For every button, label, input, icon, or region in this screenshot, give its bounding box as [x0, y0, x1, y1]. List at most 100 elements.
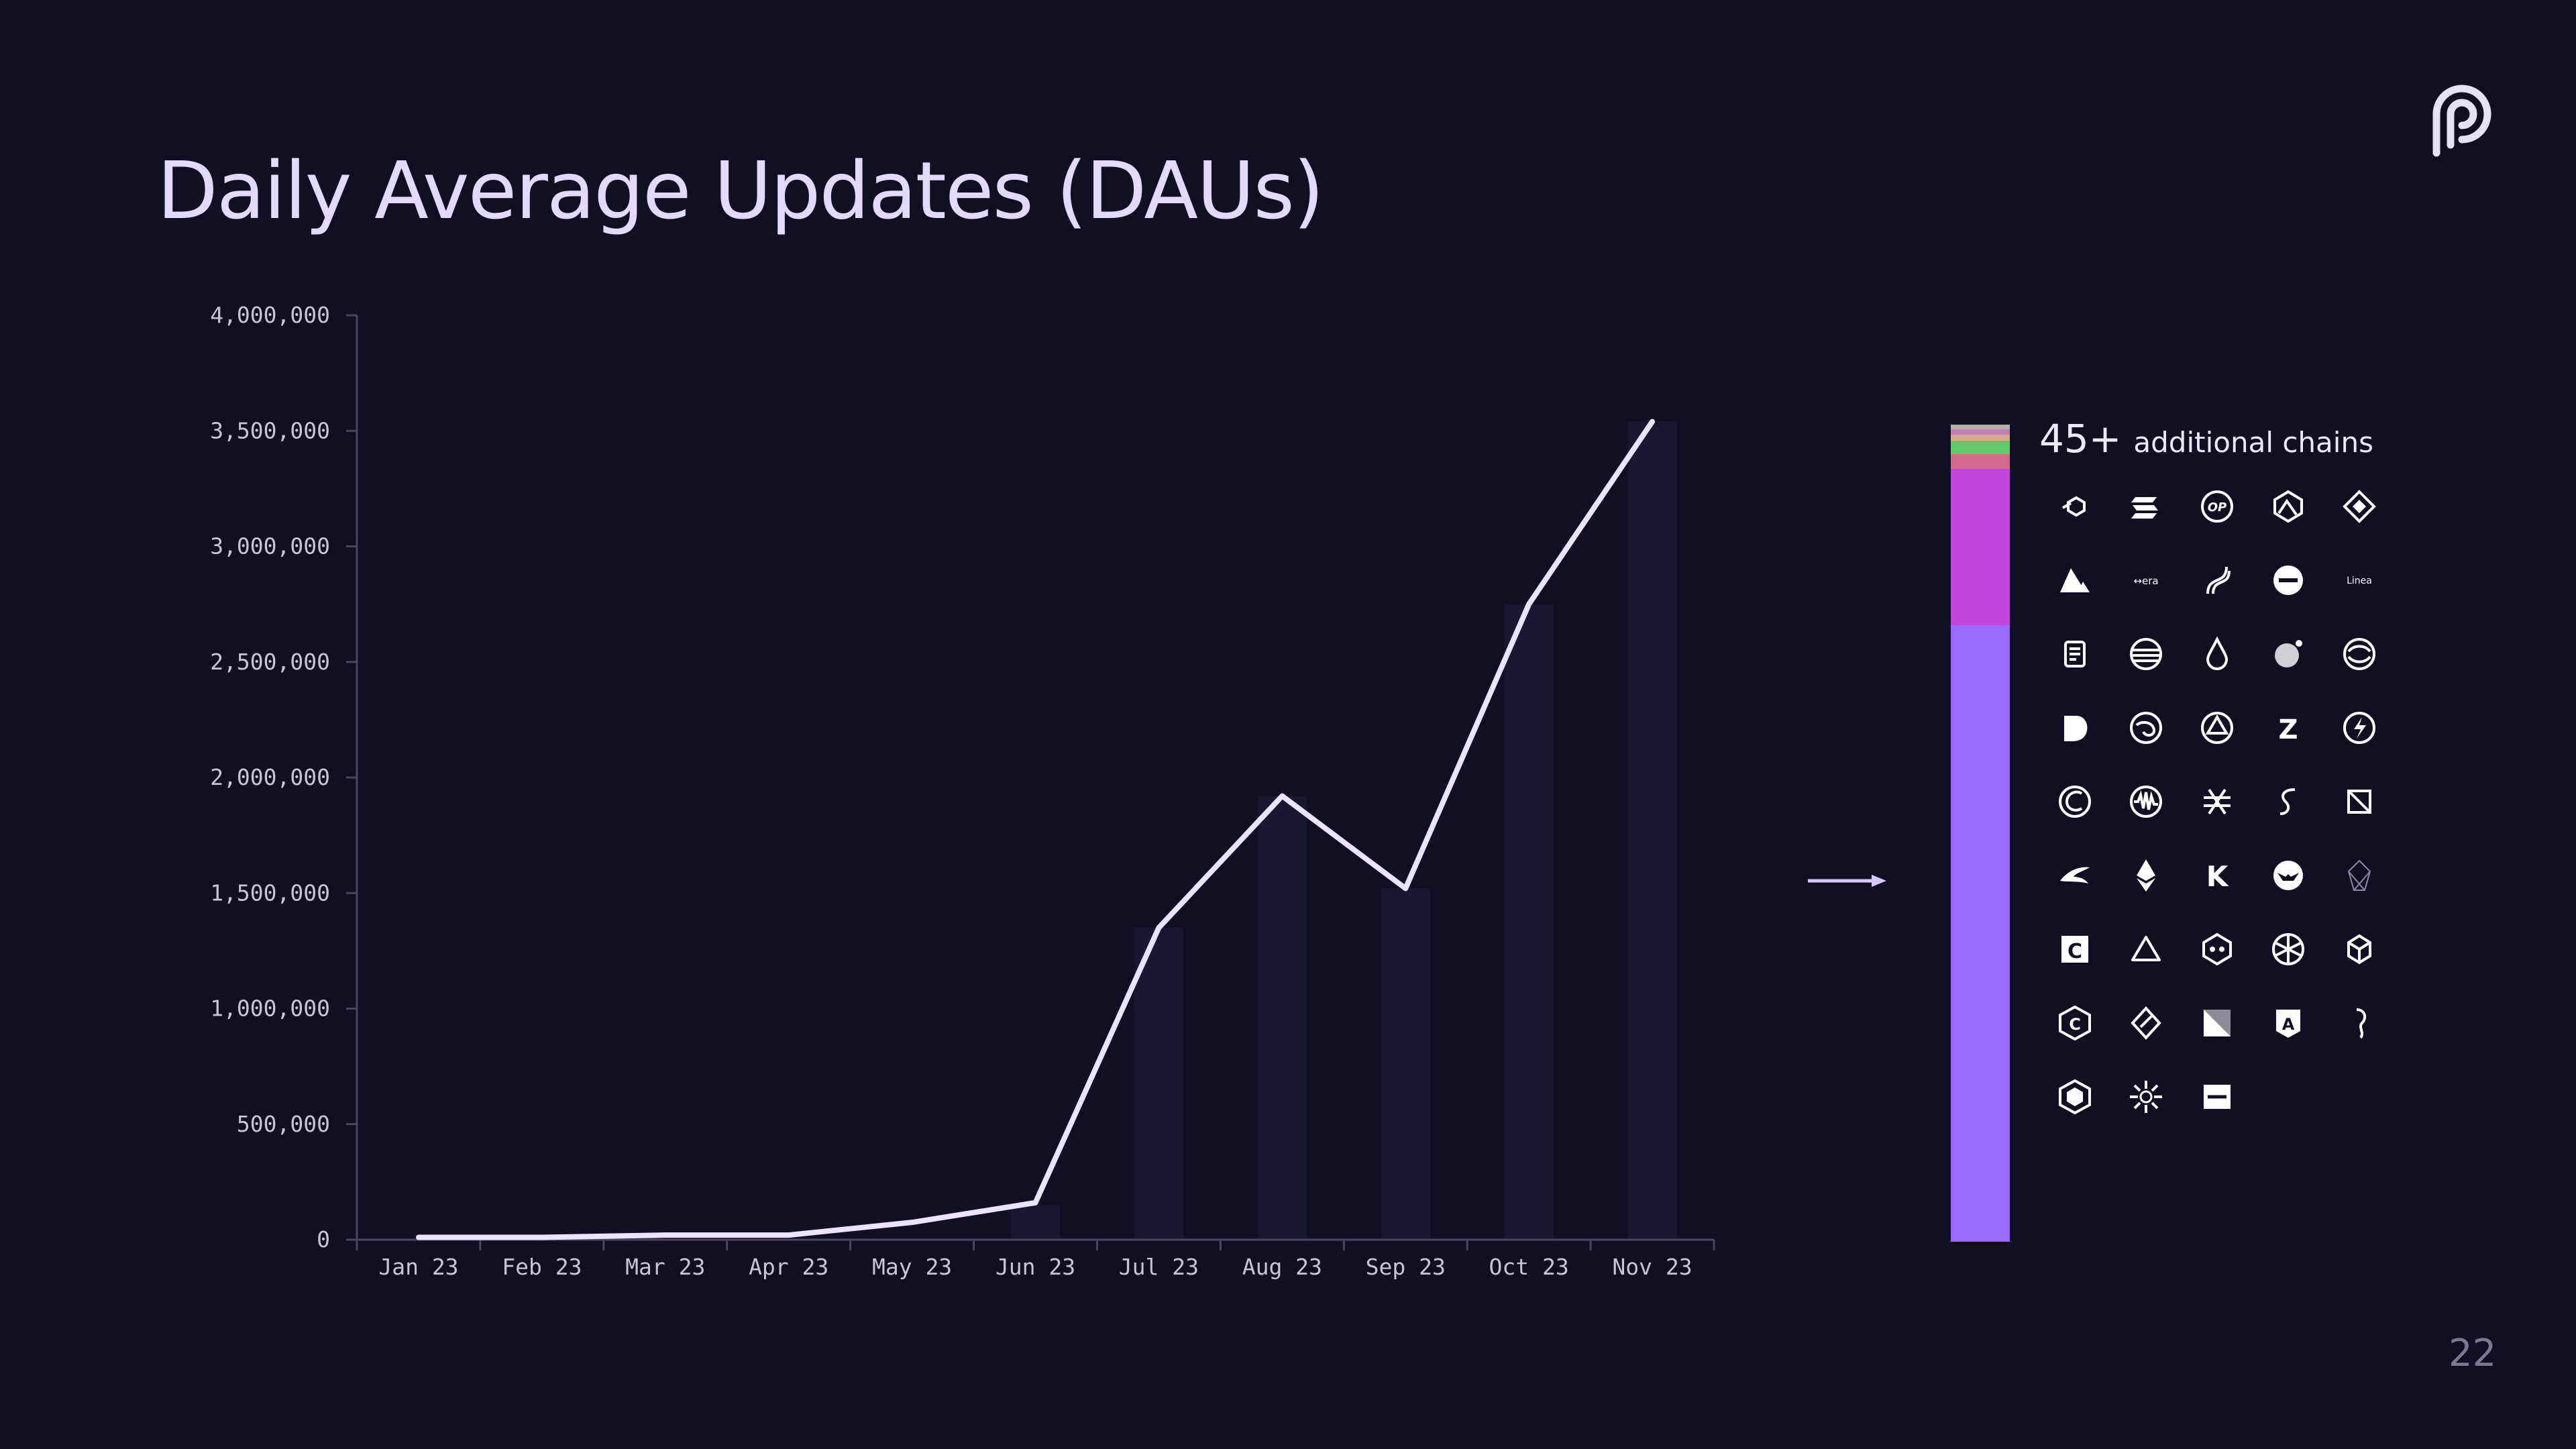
robot-icon: [2198, 930, 2236, 968]
wave-icon: [2198, 561, 2236, 599]
c-square-icon: C: [2056, 930, 2094, 968]
spiral-icon: [2127, 709, 2165, 747]
series-point-2: [663, 1234, 667, 1237]
breakdown-segment-6: [1951, 625, 2010, 1242]
chain-breakdown-bar: [1951, 425, 2010, 1246]
bar-10: [1627, 421, 1677, 1240]
y-tick-label-1: 500,000: [237, 1111, 330, 1137]
series-point-0: [417, 1236, 420, 1239]
hex-nut-icon: [2198, 709, 2236, 747]
breakdown-segment-4: [1951, 454, 2010, 470]
y-tick-label-8: 4,000,000: [210, 302, 330, 328]
op-icon: OP: [2198, 488, 2236, 525]
chains-count: 45+: [2039, 416, 2122, 462]
series-line: [415, 419, 1656, 1240]
shield-a-icon: A: [2269, 1004, 2307, 1042]
breakdown-segment-5: [1951, 469, 2010, 625]
series-point-8: [1404, 887, 1407, 890]
snowflake-icon: [2269, 930, 2307, 968]
k-icon: K: [2198, 857, 2236, 894]
mountain-shield-icon: [2269, 488, 2307, 525]
series-point-4: [910, 1221, 914, 1224]
y-tick-label-2: 1,000,000: [210, 996, 330, 1022]
bar-8: [1381, 888, 1431, 1240]
breakdown-segment-3: [1951, 441, 2010, 455]
box-hexagon-icon: [2056, 1078, 2094, 1116]
y-tick-label-6: 3,000,000: [210, 533, 330, 559]
breakdown-segment-1: [1951, 429, 2010, 435]
z-icon: Z: [2269, 709, 2307, 747]
lightning-circle-icon: [2341, 709, 2378, 747]
x-tick-label-2: Mar 23: [625, 1254, 705, 1280]
series-point-1: [540, 1236, 543, 1239]
striped-circle-icon: [2127, 635, 2165, 673]
x-tick-label-5: Jun 23: [996, 1254, 1075, 1280]
x-tick-label-7: Aug 23: [1242, 1254, 1322, 1280]
y-tick-label-0: 0: [317, 1226, 330, 1252]
x-tick-label-10: Nov 23: [1612, 1254, 1692, 1280]
svg-text:C: C: [2068, 940, 2082, 963]
ethereum-icon: [2127, 857, 2165, 894]
line-layer: [415, 419, 1656, 1240]
sunburst-icon: [2127, 1078, 2165, 1116]
x-tick-label-9: Oct 23: [1489, 1254, 1569, 1280]
seahorse-icon: [2341, 1004, 2378, 1042]
minus-circle-icon: [2269, 561, 2307, 599]
arrow-icon: [1808, 875, 1886, 887]
diamond-icon: [2341, 488, 2378, 525]
bar-7: [1257, 796, 1307, 1240]
ring-icon: [2056, 783, 2094, 820]
series-point-10: [1651, 420, 1654, 423]
bar-9: [1504, 604, 1554, 1240]
y-tick-label-7: 3,500,000: [210, 417, 330, 443]
waveform-circle-icon: [2127, 783, 2165, 820]
bar-6: [1134, 927, 1184, 1240]
cube-outline-icon: [2341, 783, 2378, 820]
era-icon: ↔era: [2127, 561, 2165, 599]
bar-5: [1010, 1205, 1061, 1240]
x-tick-label-1: Feb 23: [502, 1254, 582, 1280]
y-tick-label-3: 1,500,000: [210, 879, 330, 906]
bracket-square-icon: [2198, 1078, 2236, 1116]
linea-icon: Linea: [2341, 561, 2378, 599]
bird-icon: [2056, 857, 2094, 894]
sphere-icon: [2269, 635, 2307, 673]
eos-icon: [2341, 857, 2378, 894]
stacked-bars-icon: [2127, 488, 2165, 525]
x-tick-label-0: Jan 23: [378, 1254, 458, 1280]
mask-circle-icon: [2269, 857, 2307, 894]
page-number: 22: [2449, 1332, 2497, 1375]
breakdown-segment-2: [1951, 434, 2010, 441]
series-point-6: [1157, 926, 1161, 929]
x-tick-label-6: Jul 23: [1119, 1254, 1199, 1280]
hexagon-cube-icon: [2341, 930, 2378, 968]
svg-text:Z: Z: [2278, 714, 2298, 745]
svg-text:OP: OP: [2208, 500, 2227, 515]
series-point-9: [1527, 602, 1531, 606]
chain-icon-grid: OP ↔era Linea Z K C C A: [2039, 470, 2415, 1134]
c-hexagon-icon: C: [2056, 1004, 2094, 1042]
chains-text: additional chains: [2133, 426, 2373, 459]
swirl-circle-icon: [2341, 635, 2378, 673]
scroll-icon: [2056, 635, 2094, 673]
svg-text:K: K: [2206, 860, 2229, 893]
y-tick-label-4: 2,000,000: [210, 764, 330, 790]
axes-layer: 0 500,000 1,000,000 1,500,000 2,000,000 2,500…: [210, 302, 1715, 1280]
gradient-square-icon: [2198, 1004, 2236, 1042]
x-tick-label-4: May 23: [872, 1254, 952, 1280]
asterisk-icon: [2198, 783, 2236, 820]
triangle-icon: [2056, 561, 2094, 599]
series-point-7: [1281, 794, 1284, 798]
x-tick-label-3: Apr 23: [749, 1254, 828, 1280]
series-point-5: [1034, 1201, 1037, 1204]
series-point-3: [787, 1234, 790, 1237]
svg-text:C: C: [2069, 1015, 2081, 1034]
svg-text:Linea: Linea: [2347, 576, 2372, 586]
svg-text:A: A: [2282, 1015, 2295, 1034]
x-tick-label-8: Sep 23: [1366, 1254, 1446, 1280]
delta-outline-icon: [2127, 930, 2165, 968]
bars-layer: [1010, 421, 1677, 1240]
chain-link-icon: [2056, 488, 2094, 525]
rhombus-icon: [2127, 1004, 2165, 1042]
hook-icon: [2269, 783, 2307, 820]
